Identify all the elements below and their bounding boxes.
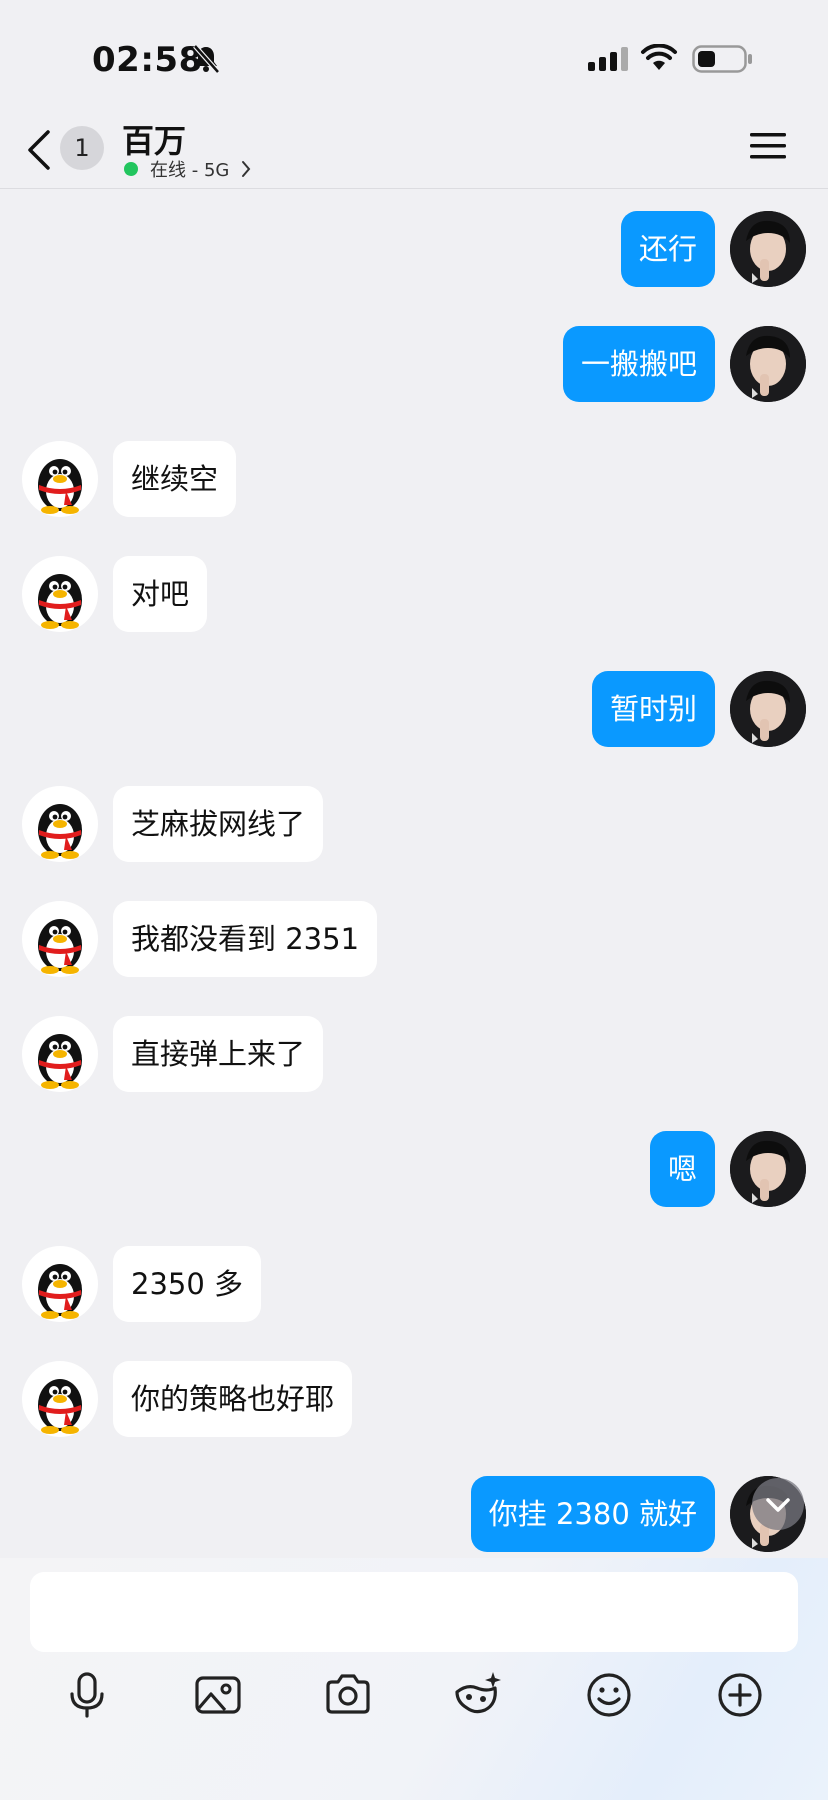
contact-avatar[interactable] bbox=[22, 1361, 98, 1437]
my-avatar[interactable] bbox=[730, 1131, 806, 1207]
outgoing-message: 你挂 2380 就好 bbox=[0, 1476, 828, 1552]
my-avatar[interactable] bbox=[730, 326, 806, 402]
chevron-right-icon bbox=[242, 161, 251, 177]
contact-avatar[interactable] bbox=[22, 441, 98, 517]
incoming-message: 芝麻拔网线了 bbox=[0, 786, 828, 862]
incoming-message: 2350 多 bbox=[0, 1246, 828, 1322]
composer bbox=[0, 1558, 828, 1800]
my-avatar[interactable] bbox=[730, 211, 806, 287]
online-dot bbox=[124, 162, 138, 176]
incoming-message: 我都没看到 2351 bbox=[0, 901, 828, 977]
microphone-icon[interactable] bbox=[62, 1670, 112, 1720]
incoming-message: 对吧 bbox=[0, 556, 828, 632]
signal-icon bbox=[588, 47, 628, 71]
message-input[interactable] bbox=[30, 1572, 798, 1652]
bell-muted-icon bbox=[193, 44, 220, 74]
status-time: 02:58 bbox=[92, 40, 203, 80]
hamburger-menu-icon[interactable] bbox=[750, 130, 786, 162]
wifi-icon bbox=[641, 44, 677, 70]
message-bubble[interactable]: 我都没看到 2351 bbox=[113, 901, 378, 977]
plus-icon[interactable] bbox=[715, 1670, 765, 1720]
message-bubble[interactable]: 嗯 bbox=[649, 1131, 715, 1207]
outgoing-message: 一搬搬吧 bbox=[0, 326, 828, 402]
message-bubble[interactable]: 2350 多 bbox=[113, 1246, 262, 1322]
outgoing-message: 还行 bbox=[0, 211, 828, 287]
message-bubble[interactable]: 一搬搬吧 bbox=[562, 326, 715, 402]
contact-avatar[interactable] bbox=[22, 556, 98, 632]
mask-sparkle-icon[interactable] bbox=[453, 1670, 503, 1720]
message-bubble[interactable]: 芝麻拔网线了 bbox=[113, 786, 324, 862]
unread-badge[interactable]: 1 bbox=[60, 126, 104, 170]
message-bubble[interactable]: 继续空 bbox=[113, 441, 237, 517]
status-bar: 02:58 bbox=[0, 0, 828, 120]
incoming-message: 你的策略也好耶 bbox=[0, 1361, 828, 1437]
message-bubble[interactable]: 对吧 bbox=[113, 556, 208, 632]
message-bubble[interactable]: 还行 bbox=[620, 211, 715, 287]
outgoing-message: 暂时别 bbox=[0, 671, 828, 747]
chevron-down-icon bbox=[766, 1498, 790, 1512]
my-avatar[interactable] bbox=[730, 671, 806, 747]
emoji-icon[interactable] bbox=[584, 1670, 634, 1720]
contact-avatar[interactable] bbox=[22, 1016, 98, 1092]
incoming-message: 直接弹上来了 bbox=[0, 1016, 828, 1092]
message-bubble[interactable]: 你的策略也好耶 bbox=[113, 1361, 353, 1437]
contact-avatar[interactable] bbox=[22, 901, 98, 977]
outgoing-message: 嗯 bbox=[0, 1131, 828, 1207]
status-text: 在线 - 5G bbox=[150, 160, 230, 181]
camera-icon[interactable] bbox=[323, 1670, 373, 1720]
contact-avatar[interactable] bbox=[22, 1246, 98, 1322]
battery-icon bbox=[692, 45, 752, 73]
contact-status[interactable]: 在线 - 5G bbox=[124, 156, 251, 182]
scroll-down-button[interactable] bbox=[752, 1478, 804, 1530]
contact-avatar[interactable] bbox=[22, 786, 98, 862]
message-bubble[interactable]: 暂时别 bbox=[591, 671, 715, 747]
message-bubble[interactable]: 你挂 2380 就好 bbox=[470, 1476, 715, 1552]
incoming-message: 继续空 bbox=[0, 441, 828, 517]
image-icon[interactable] bbox=[193, 1670, 243, 1720]
chevron-left-icon[interactable] bbox=[24, 128, 54, 172]
message-bubble[interactable]: 直接弹上来了 bbox=[113, 1016, 324, 1092]
chat-header: 1 百万 在线 - 5G bbox=[0, 110, 828, 189]
